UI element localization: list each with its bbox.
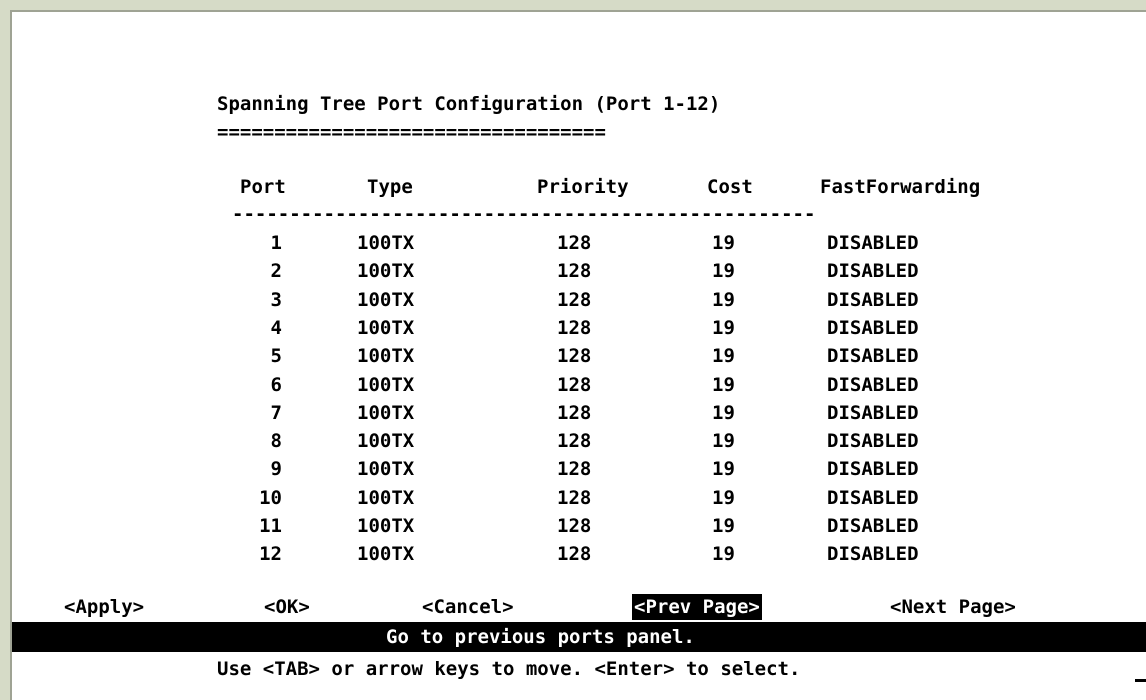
type-cell: 100TX [357, 486, 415, 509]
fastforwarding-cell: DISABLED [827, 401, 919, 424]
type-cell: 100TX [357, 345, 415, 368]
cost-cell: 19 [712, 316, 735, 339]
cost-cell: 19 [712, 401, 735, 424]
fastforwarding-cell: DISABLED [827, 345, 919, 368]
port-cell: 3 [270, 288, 282, 311]
table-row: 6 100TX 128 19 DISABLED [12, 371, 1012, 399]
priority-cell: 128 [557, 430, 592, 453]
table-row: 7 100TX 128 19 DISABLED [12, 399, 1012, 427]
priority-cell: 128 [557, 260, 592, 283]
port-cell: 1 [270, 232, 282, 254]
priority-cell: 128 [557, 458, 592, 481]
cost-cell: 19 [712, 232, 735, 254]
cost-cell: 19 [712, 430, 735, 453]
priority-cell: 128 [557, 486, 592, 509]
priority-cell: 128 [557, 543, 592, 566]
prev-page-button[interactable]: <Prev Page> [632, 594, 762, 620]
fastforwarding-cell: DISABLED [827, 486, 919, 509]
table-row: 2 100TX 128 19 DISABLED [12, 257, 1012, 285]
cost-cell: 19 [712, 288, 735, 311]
priority-cell: 128 [557, 373, 592, 396]
column-header-fastforwarding: FastForwarding [820, 176, 981, 198]
table-row: 4 100TX 128 19 DISABLED [12, 314, 1012, 342]
type-cell: 100TX [357, 316, 415, 339]
cost-cell: 19 [712, 486, 735, 509]
help-text: Use <TAB> or arrow keys to move. <Enter>… [217, 658, 801, 680]
table-row: 3 100TX 128 19 DISABLED [12, 286, 1012, 314]
page-title: Spanning Tree Port Configuration (Port 1… [217, 93, 721, 115]
column-header-port: Port [240, 176, 286, 198]
type-cell: 100TX [357, 458, 415, 481]
type-cell: 100TX [357, 373, 415, 396]
cost-cell: 19 [712, 260, 735, 283]
type-cell: 100TX [357, 515, 415, 537]
column-header-priority: Priority [537, 176, 629, 198]
ok-button[interactable]: <OK> [262, 594, 312, 620]
type-cell: 100TX [357, 260, 415, 283]
status-bar: Go to previous ports panel. [12, 622, 1146, 652]
table-row: 5 100TX 128 19 DISABLED [12, 342, 1012, 370]
fastforwarding-cell: DISABLED [827, 515, 919, 537]
fastforwarding-cell: DISABLED [827, 430, 919, 453]
priority-cell: 128 [557, 401, 592, 424]
type-cell: 100TX [357, 232, 415, 254]
fastforwarding-cell: DISABLED [827, 232, 919, 254]
port-cell: 9 [270, 458, 282, 481]
cost-cell: 19 [712, 515, 735, 537]
fastforwarding-cell: DISABLED [827, 543, 919, 566]
table-row: 9 100TX 128 19 DISABLED [12, 455, 1012, 483]
cost-cell: 19 [712, 345, 735, 368]
table-row: 8 100TX 128 19 DISABLED [12, 427, 1012, 455]
port-cell: 2 [270, 260, 282, 283]
port-cell: 8 [270, 430, 282, 453]
text-cursor [1135, 679, 1146, 682]
priority-cell: 128 [557, 288, 592, 311]
fastforwarding-cell: DISABLED [827, 288, 919, 311]
priority-cell: 128 [557, 345, 592, 368]
table-row: 12 100TX 128 19 DISABLED [12, 540, 1012, 568]
table-row: 10 100TX 128 19 DISABLED [12, 484, 1012, 512]
fastforwarding-cell: DISABLED [827, 458, 919, 481]
port-cell: 7 [270, 401, 282, 424]
port-cell: 10 [259, 486, 282, 509]
title-underline: ================================== [217, 121, 606, 143]
column-header-type: Type [367, 176, 413, 198]
column-header-cost: Cost [707, 176, 753, 198]
fastforwarding-cell: DISABLED [827, 373, 919, 396]
status-message: Go to previous ports panel. [386, 626, 695, 648]
priority-cell: 128 [557, 515, 592, 537]
next-page-button[interactable]: <Next Page> [888, 594, 1018, 620]
fastforwarding-cell: DISABLED [827, 260, 919, 283]
port-cell: 5 [270, 345, 282, 368]
type-cell: 100TX [357, 430, 415, 453]
terminal-screen: Spanning Tree Port Configuration (Port 1… [10, 10, 1146, 700]
port-cell: 6 [270, 373, 282, 396]
port-cell: 12 [259, 543, 282, 566]
apply-button[interactable]: <Apply> [62, 594, 146, 620]
port-cell: 11 [259, 515, 282, 537]
priority-cell: 128 [557, 316, 592, 339]
cost-cell: 19 [712, 458, 735, 481]
cost-cell: 19 [712, 543, 735, 566]
fastforwarding-cell: DISABLED [827, 316, 919, 339]
cancel-button[interactable]: <Cancel> [420, 594, 516, 620]
priority-cell: 128 [557, 232, 592, 254]
type-cell: 100TX [357, 543, 415, 566]
table-row: 1 100TX 128 19 DISABLED [12, 229, 1012, 257]
cost-cell: 19 [712, 373, 735, 396]
header-separator: ----------------------------------------… [232, 203, 816, 225]
port-cell: 4 [270, 316, 282, 339]
type-cell: 100TX [357, 288, 415, 311]
table-row: 11 100TX 128 19 DISABLED [12, 512, 1012, 540]
type-cell: 100TX [357, 401, 415, 424]
